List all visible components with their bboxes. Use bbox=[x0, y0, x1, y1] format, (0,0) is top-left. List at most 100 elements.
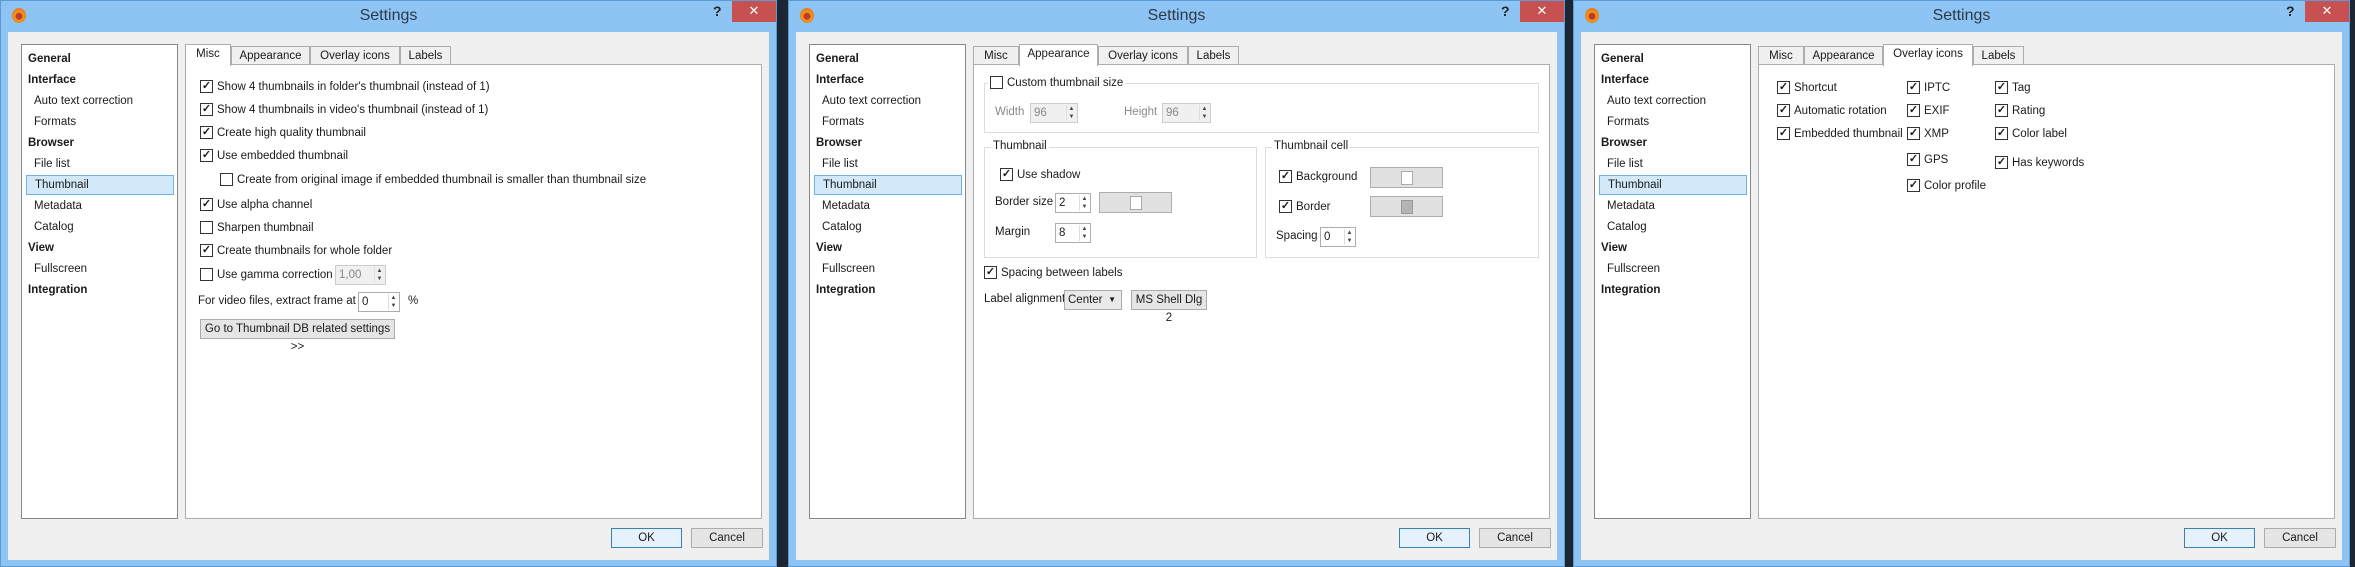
checkbox-checked[interactable]: ✓ bbox=[1995, 156, 2008, 169]
sidebar-item-thumbnail[interactable]: Thumbnail bbox=[26, 175, 174, 195]
title-bar[interactable]: Settings? ✕ bbox=[789, 1, 1564, 32]
sidebar-item-file-list[interactable]: File list bbox=[814, 154, 962, 174]
misc-option[interactable]: ✓ Use embedded thumbnail bbox=[200, 149, 348, 162]
sidebar-item-browser[interactable]: Browser bbox=[814, 133, 962, 153]
checkbox-checked[interactable]: ✓ bbox=[200, 198, 213, 211]
help-button[interactable]: ? bbox=[1501, 3, 1510, 19]
sidebar-item-browser[interactable]: Browser bbox=[26, 133, 174, 153]
checkbox-checked[interactable]: ✓ bbox=[1777, 127, 1790, 140]
sidebar-item-catalog[interactable]: Catalog bbox=[814, 217, 962, 237]
title-bar[interactable]: Settings? ✕ bbox=[1574, 1, 2349, 32]
sidebar-item-view[interactable]: View bbox=[1599, 238, 1747, 258]
help-button[interactable]: ? bbox=[713, 3, 722, 19]
sidebar-item-auto-text-correction[interactable]: Auto text correction bbox=[1599, 91, 1747, 111]
tab-misc[interactable]: Misc bbox=[1758, 46, 1804, 65]
sidebar-item-browser[interactable]: Browser bbox=[1599, 133, 1747, 153]
tab-appearance[interactable]: Appearance bbox=[231, 46, 310, 65]
title-bar[interactable]: Settings? ✕ bbox=[1, 1, 776, 32]
border-size-spinbox[interactable]: 2 ▲ ▼ bbox=[1055, 193, 1091, 213]
overlay-tag[interactable]: ✓ Tag bbox=[1995, 81, 2031, 94]
checkbox-checked[interactable]: ✓ bbox=[1279, 170, 1292, 183]
sidebar-item-view[interactable]: View bbox=[814, 238, 962, 258]
overlay-iptc[interactable]: ✓ IPTC bbox=[1907, 81, 1950, 94]
sidebar-item-file-list[interactable]: File list bbox=[1599, 154, 1747, 174]
overlay-rating[interactable]: ✓ Rating bbox=[1995, 104, 2045, 117]
tab-labels[interactable]: Labels bbox=[1188, 46, 1239, 65]
ok-button[interactable]: OK bbox=[2184, 528, 2255, 548]
checkbox-checked[interactable]: ✓ bbox=[1995, 81, 2008, 94]
border-color-button[interactable] bbox=[1099, 192, 1172, 213]
misc-option[interactable]: ✓ Create thumbnails for whole folder bbox=[200, 244, 392, 257]
checkbox-checked[interactable]: ✓ bbox=[1907, 81, 1920, 94]
spin-arrows-icon[interactable]: ▲ ▼ bbox=[374, 267, 384, 283]
checkbox-unchecked[interactable] bbox=[200, 268, 213, 281]
sidebar-item-catalog[interactable]: Catalog bbox=[1599, 217, 1747, 237]
tab-overlay-icons[interactable]: Overlay icons bbox=[1098, 46, 1188, 65]
sidebar-item-integration[interactable]: Integration bbox=[26, 280, 174, 300]
misc-option[interactable]: ✓ Create high quality thumbnail bbox=[200, 126, 366, 139]
width-spinbox[interactable]: 96 ▲ ▼ bbox=[1030, 103, 1078, 123]
spin-arrows-icon[interactable]: ▲ ▼ bbox=[1066, 105, 1076, 121]
sidebar-item-thumbnail[interactable]: Thumbnail bbox=[1599, 175, 1747, 195]
sidebar-item-auto-text-correction[interactable]: Auto text correction bbox=[814, 91, 962, 111]
sidebar-item-auto-text-correction[interactable]: Auto text correction bbox=[26, 91, 174, 111]
ok-button[interactable]: OK bbox=[1399, 528, 1470, 548]
tab-labels[interactable]: Labels bbox=[1973, 46, 2024, 65]
thumbnail-db-settings-button[interactable]: Go to Thumbnail DB related settings >> bbox=[200, 319, 395, 353]
checkbox-checked[interactable]: ✓ bbox=[1995, 104, 2008, 117]
misc-option[interactable]: ✓ Show 4 thumbnails in video's thumbnail … bbox=[200, 103, 488, 116]
misc-option[interactable]: Sharpen thumbnail bbox=[200, 221, 314, 234]
checkbox-checked[interactable]: ✓ bbox=[1279, 200, 1292, 213]
sidebar-item-integration[interactable]: Integration bbox=[814, 280, 962, 300]
sidebar-item-fullscreen[interactable]: Fullscreen bbox=[1599, 259, 1747, 279]
tab-labels[interactable]: Labels bbox=[400, 46, 451, 65]
overlay-color-label[interactable]: ✓ Color label bbox=[1995, 127, 2067, 140]
custom-size-checkbox[interactable]: Custom thumbnail size bbox=[988, 76, 1126, 89]
video-frame-spinbox[interactable]: 0 ▲ ▼ bbox=[358, 292, 400, 312]
label-alignment-dropdown[interactable]: Center ▼ bbox=[1064, 290, 1122, 310]
spacing-between-labels[interactable]: ✓ Spacing between labels bbox=[984, 266, 1122, 279]
gamma-spinbox[interactable]: 1,00 ▲ ▼ bbox=[335, 265, 386, 285]
settings-category-list[interactable]: General Interface Auto text correction Form… bbox=[1594, 44, 1751, 519]
spin-arrows-icon[interactable]: ▲ ▼ bbox=[1344, 229, 1354, 245]
tab-appearance[interactable]: Appearance bbox=[1019, 44, 1098, 66]
sidebar-item-thumbnail[interactable]: Thumbnail bbox=[814, 175, 962, 195]
misc-option[interactable]: Use gamma correction bbox=[200, 268, 333, 281]
checkbox-checked[interactable]: ✓ bbox=[1995, 127, 2008, 140]
spacing-spinbox[interactable]: 0 ▲ ▼ bbox=[1320, 227, 1356, 247]
checkbox-unchecked[interactable] bbox=[990, 76, 1003, 89]
checkbox-checked[interactable]: ✓ bbox=[200, 149, 213, 162]
checkbox-unchecked[interactable] bbox=[220, 173, 233, 186]
tab-overlay-icons[interactable]: Overlay icons bbox=[310, 46, 400, 65]
checkbox-checked[interactable]: ✓ bbox=[1777, 81, 1790, 94]
overlay-gps[interactable]: ✓ GPS bbox=[1907, 153, 1948, 166]
cell-border[interactable]: ✓ Border bbox=[1279, 200, 1331, 213]
margin-spinbox[interactable]: 8 ▲ ▼ bbox=[1055, 223, 1091, 243]
close-button[interactable]: ✕ bbox=[732, 1, 776, 22]
sidebar-item-interface[interactable]: Interface bbox=[26, 70, 174, 90]
overlay-has-keywords[interactable]: ✓ Has keywords bbox=[1995, 156, 2084, 169]
sidebar-item-metadata[interactable]: Metadata bbox=[814, 196, 962, 216]
cancel-button[interactable]: Cancel bbox=[1479, 528, 1551, 548]
cancel-button[interactable]: Cancel bbox=[691, 528, 763, 548]
help-button[interactable]: ? bbox=[2286, 3, 2295, 19]
spin-arrows-icon[interactable]: ▲ ▼ bbox=[1079, 225, 1089, 241]
settings-category-list[interactable]: General Interface Auto text correction Form… bbox=[21, 44, 178, 519]
sidebar-item-view[interactable]: View bbox=[26, 238, 174, 258]
overlay-exif[interactable]: ✓ EXIF bbox=[1907, 104, 1950, 117]
close-button[interactable]: ✕ bbox=[1520, 1, 1564, 22]
cell-border-color-button[interactable] bbox=[1370, 196, 1443, 217]
checkbox-checked[interactable]: ✓ bbox=[1907, 153, 1920, 166]
spin-arrows-icon[interactable]: ▲ ▼ bbox=[1199, 105, 1209, 121]
checkbox-checked[interactable]: ✓ bbox=[984, 266, 997, 279]
misc-option[interactable]: ✓ Show 4 thumbnails in folder's thumbnail… bbox=[200, 80, 490, 93]
checkbox-checked[interactable]: ✓ bbox=[1907, 104, 1920, 117]
ok-button[interactable]: OK bbox=[611, 528, 682, 548]
overlay-automatic-rotation[interactable]: ✓ Automatic rotation bbox=[1777, 104, 1887, 117]
overlay-shortcut[interactable]: ✓ Shortcut bbox=[1777, 81, 1837, 94]
sidebar-item-interface[interactable]: Interface bbox=[814, 70, 962, 90]
checkbox-checked[interactable]: ✓ bbox=[1907, 127, 1920, 140]
font-button[interactable]: MS Shell Dlg 2 bbox=[1131, 290, 1207, 324]
sidebar-item-interface[interactable]: Interface bbox=[1599, 70, 1747, 90]
checkbox-checked[interactable]: ✓ bbox=[1777, 104, 1790, 117]
